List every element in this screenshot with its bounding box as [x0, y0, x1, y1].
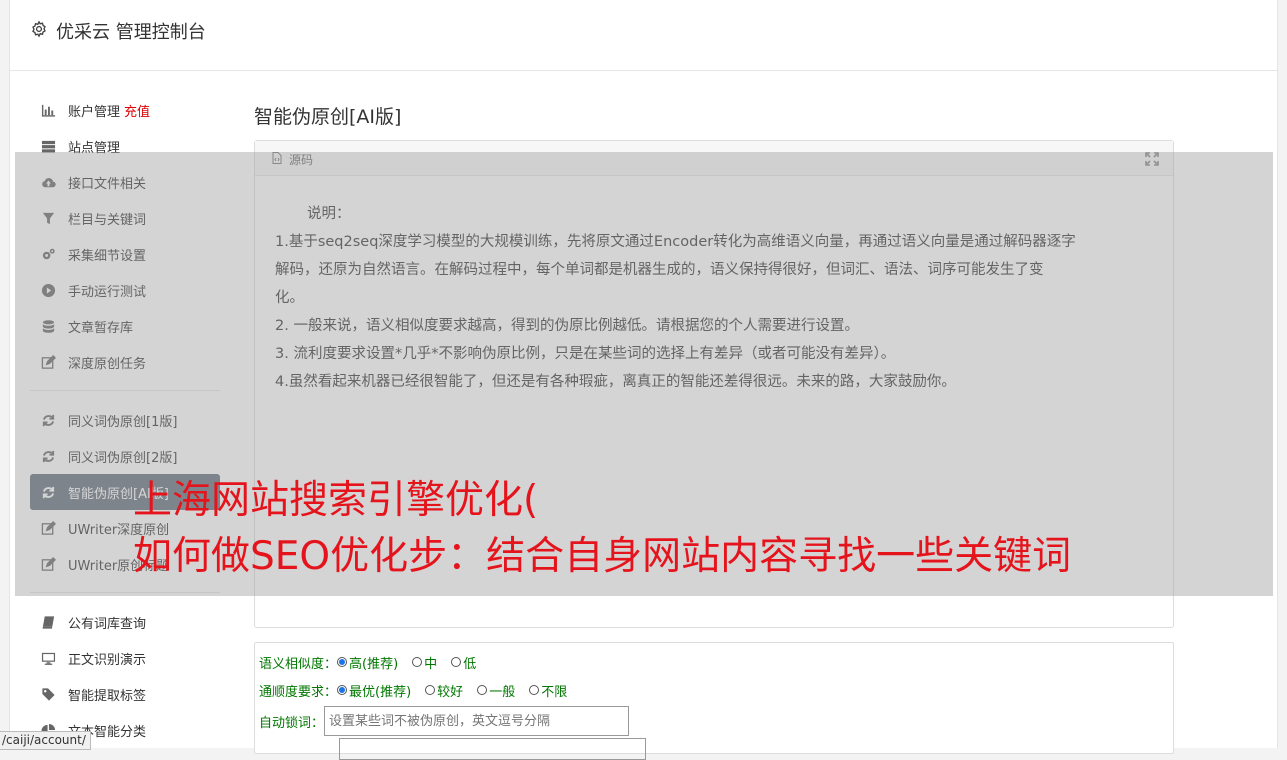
similarity-row: 语义相似度： 高(推荐) 中 低: [255, 648, 1173, 676]
sidebar-item-label: 公有词库查询: [68, 616, 147, 632]
sidebar-item-text-recognition[interactable]: 正文识别演示: [30, 640, 220, 676]
similarity-high-radio[interactable]: 高(推荐): [337, 653, 398, 672]
lock-row: 自动锁词：: [255, 704, 1173, 738]
fluency-good-radio[interactable]: 较好: [425, 681, 463, 700]
sidebar-item-account[interactable]: 账户管理 充值: [30, 92, 220, 128]
book-icon: [40, 614, 56, 630]
status-bar-url: /caiji/account/: [0, 731, 91, 750]
page-title: 智能伪原创[AI版]: [254, 106, 402, 128]
app-title: 优采云 管理控制台: [56, 22, 206, 43]
sidebar-item-label: 正文识别演示: [68, 652, 147, 668]
fluency-any-radio[interactable]: 不限: [529, 681, 567, 700]
lock-label: 自动锁词：: [259, 715, 325, 731]
tag-icon: [40, 686, 56, 702]
fluency-best-radio[interactable]: 最优(推荐): [337, 681, 411, 700]
header: 优采云 管理控制台: [10, 0, 1277, 71]
fluency-row: 通顺度要求： 最优(推荐) 较好 一般 不限: [255, 676, 1173, 704]
similarity-medium-radio[interactable]: 中: [412, 653, 437, 672]
fluency-label: 通顺度要求：: [259, 684, 338, 700]
sidebar-item-label: 智能提取标签: [68, 688, 147, 704]
bar-chart-icon: [40, 102, 56, 118]
similarity-low-radio[interactable]: 低: [451, 653, 476, 672]
overlay-caption: 上海网站搜索引擎优化( 如何做SEO优化步：结合自身网站内容寻找一些关键词: [133, 473, 1071, 585]
lock-words-input[interactable]: [324, 706, 630, 736]
sidebar-group-3: 公有词库查询 正文识别演示 智能提取标签 文本智能分类: [30, 604, 220, 748]
overlay-line-2: 如何做SEO优化步：结合自身网站内容寻找一些关键词: [133, 534, 1072, 579]
sidebar-item-tag-extract[interactable]: 智能提取标签: [30, 676, 220, 712]
sidebar-item-label: 账户管理: [68, 104, 121, 120]
recharge-link[interactable]: 充值: [124, 101, 150, 120]
overlay-line-1: 上海网站搜索引擎优化(: [133, 478, 539, 523]
fluency-normal-radio[interactable]: 一般: [477, 681, 515, 700]
secondary-input[interactable]: [339, 738, 646, 760]
monitor-icon: [40, 650, 56, 666]
rewrite-options-form: 语义相似度： 高(推荐) 中 低 通顺度要求： 最优(推荐) 较好 一般 不限 …: [254, 642, 1174, 760]
brand[interactable]: 优采云 管理控制台: [30, 18, 206, 44]
gear-icon: [30, 19, 48, 43]
similarity-label: 语义相似度：: [259, 656, 338, 672]
sidebar-item-public-lexicon[interactable]: 公有词库查询: [30, 604, 220, 640]
